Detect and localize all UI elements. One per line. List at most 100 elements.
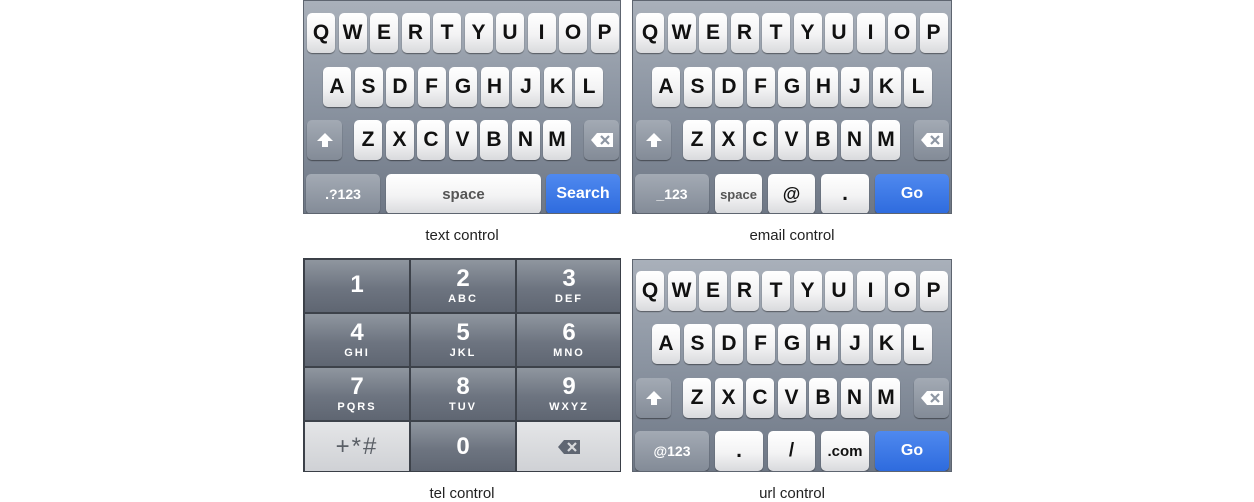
go-key[interactable]: Go: [875, 431, 949, 471]
key-c[interactable]: C: [746, 378, 774, 418]
key-b[interactable]: B: [809, 120, 837, 160]
key-f[interactable]: F: [746, 67, 775, 107]
key-r[interactable]: R: [730, 13, 759, 53]
key-o[interactable]: O: [888, 13, 916, 53]
shift-key[interactable]: [307, 120, 342, 160]
key-d[interactable]: D: [715, 67, 743, 107]
go-key[interactable]: Go: [875, 174, 949, 213]
key-f[interactable]: F: [746, 324, 775, 364]
key-p[interactable]: P: [919, 271, 948, 311]
key-q[interactable]: Q: [307, 13, 335, 53]
tel-key-8[interactable]: 8 TUV: [410, 367, 516, 421]
key-r[interactable]: R: [730, 271, 759, 311]
numbers-key[interactable]: @123: [635, 431, 709, 471]
tel-key-1[interactable]: 1: [304, 259, 410, 313]
key-q[interactable]: Q: [636, 271, 664, 311]
key-n[interactable]: N: [840, 120, 869, 160]
delete-key[interactable]: [914, 120, 949, 160]
key-t[interactable]: T: [433, 13, 461, 53]
zero-key[interactable]: 0: [410, 421, 516, 471]
key-m[interactable]: M: [543, 120, 571, 160]
tel-key-3[interactable]: 3 DEF: [516, 259, 620, 313]
key-b[interactable]: B: [480, 120, 508, 160]
key-z[interactable]: Z: [683, 378, 711, 418]
key-r[interactable]: R: [401, 13, 430, 53]
key-b[interactable]: B: [809, 378, 837, 418]
key-x[interactable]: X: [385, 120, 414, 160]
dot-com-key[interactable]: .com: [821, 431, 869, 471]
slash-key[interactable]: /: [768, 431, 815, 471]
key-w[interactable]: W: [667, 13, 696, 53]
numbers-key[interactable]: _123: [635, 174, 709, 213]
key-d[interactable]: D: [386, 67, 414, 107]
key-i[interactable]: I: [856, 271, 885, 311]
at-key[interactable]: @: [768, 174, 815, 213]
key-o[interactable]: O: [888, 271, 916, 311]
key-s[interactable]: S: [354, 67, 383, 107]
dot-key[interactable]: .: [821, 174, 869, 213]
delete-key[interactable]: [584, 120, 619, 160]
key-z[interactable]: Z: [683, 120, 711, 160]
key-k[interactable]: K: [872, 324, 901, 364]
key-t[interactable]: T: [762, 271, 790, 311]
tel-key-6[interactable]: 6 MNO: [516, 313, 620, 367]
key-t[interactable]: T: [762, 13, 790, 53]
key-s[interactable]: S: [683, 324, 712, 364]
key-u[interactable]: U: [496, 13, 524, 53]
key-e[interactable]: E: [699, 271, 727, 311]
key-o[interactable]: O: [559, 13, 587, 53]
space-key[interactable]: space: [386, 174, 541, 213]
key-f[interactable]: F: [417, 67, 446, 107]
tel-key-7[interactable]: 7 PQRS: [304, 367, 410, 421]
key-c[interactable]: C: [417, 120, 445, 160]
key-l[interactable]: L: [575, 67, 603, 107]
key-d[interactable]: D: [715, 324, 743, 364]
key-n[interactable]: N: [511, 120, 540, 160]
key-g[interactable]: G: [778, 324, 806, 364]
key-v[interactable]: V: [448, 120, 477, 160]
key-j[interactable]: J: [841, 324, 869, 364]
key-a[interactable]: A: [652, 67, 680, 107]
key-g[interactable]: G: [449, 67, 477, 107]
tel-key-2[interactable]: 2 ABC: [410, 259, 516, 313]
key-k[interactable]: K: [543, 67, 572, 107]
key-y[interactable]: Y: [464, 13, 493, 53]
symbols-key[interactable]: +*#: [304, 421, 410, 471]
key-y[interactable]: Y: [793, 13, 822, 53]
key-h[interactable]: H: [809, 324, 838, 364]
key-z[interactable]: Z: [354, 120, 382, 160]
key-l[interactable]: L: [904, 67, 932, 107]
tel-key-9[interactable]: 9 WXYZ: [516, 367, 620, 421]
key-l[interactable]: L: [904, 324, 932, 364]
key-x[interactable]: X: [714, 120, 743, 160]
key-h[interactable]: H: [809, 67, 838, 107]
key-c[interactable]: C: [746, 120, 774, 160]
key-w[interactable]: W: [667, 271, 696, 311]
key-n[interactable]: N: [840, 378, 869, 418]
key-p[interactable]: P: [590, 13, 619, 53]
numbers-key[interactable]: .?123: [306, 174, 380, 213]
key-a[interactable]: A: [652, 324, 680, 364]
search-key[interactable]: Search: [546, 174, 620, 213]
key-u[interactable]: U: [825, 13, 853, 53]
key-g[interactable]: G: [778, 67, 806, 107]
key-y[interactable]: Y: [793, 271, 822, 311]
dot-key[interactable]: .: [715, 431, 763, 471]
key-v[interactable]: V: [777, 378, 806, 418]
key-j[interactable]: J: [841, 67, 869, 107]
delete-key[interactable]: [516, 421, 620, 471]
key-i[interactable]: I: [527, 13, 556, 53]
key-v[interactable]: V: [777, 120, 806, 160]
key-a[interactable]: A: [323, 67, 351, 107]
key-m[interactable]: M: [872, 120, 900, 160]
key-q[interactable]: Q: [636, 13, 664, 53]
tel-key-4[interactable]: 4 GHI: [304, 313, 410, 367]
shift-key[interactable]: [636, 378, 671, 418]
key-i[interactable]: I: [856, 13, 885, 53]
shift-key[interactable]: [636, 120, 671, 160]
key-e[interactable]: E: [370, 13, 398, 53]
key-e[interactable]: E: [699, 13, 727, 53]
delete-key[interactable]: [914, 378, 949, 418]
tel-key-5[interactable]: 5 JKL: [410, 313, 516, 367]
key-j[interactable]: J: [512, 67, 540, 107]
